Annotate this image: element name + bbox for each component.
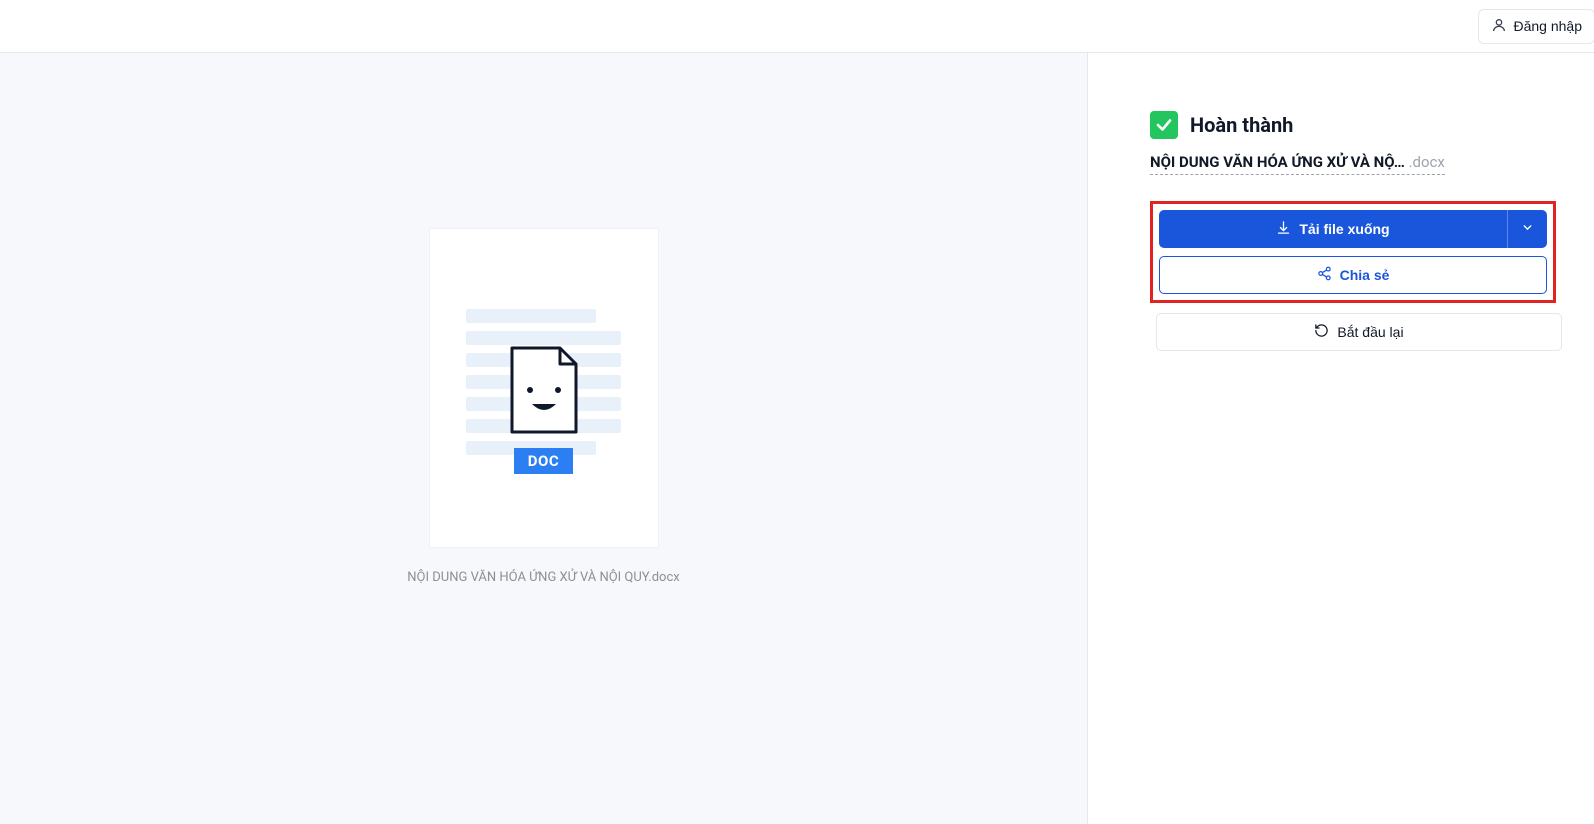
login-button[interactable]: Đăng nhập: [1478, 9, 1594, 44]
share-label: Chia sẻ: [1340, 267, 1390, 283]
skeleton-line: [466, 309, 596, 323]
preview-area: DOC NỘI DUNG VĂN HÓA ỨNG XỬ VÀ NỘI QUY.d…: [0, 53, 1088, 824]
download-label: Tải file xuống: [1299, 221, 1389, 237]
login-label: Đăng nhập: [1513, 18, 1582, 34]
filename-extension: .docx: [1409, 153, 1445, 171]
restart-icon: [1314, 323, 1329, 341]
download-icon: [1276, 220, 1291, 238]
highlight-box: Tải file xuống Chia sẻ: [1150, 201, 1556, 303]
filename-text: NỘI DUNG VĂN HÓA ỨNG XỬ VÀ NỘ…: [1150, 153, 1405, 171]
restart-button[interactable]: Bắt đầu lại: [1156, 313, 1562, 351]
share-icon: [1317, 266, 1332, 284]
share-button[interactable]: Chia sẻ: [1159, 256, 1547, 294]
doc-badge: DOC: [514, 448, 573, 474]
filename-editable[interactable]: NỘI DUNG VĂN HÓA ỨNG XỬ VÀ NỘ… .docx: [1150, 153, 1445, 175]
skeleton-line: [466, 331, 621, 345]
download-options-button[interactable]: [1507, 210, 1547, 248]
restart-label: Bắt đầu lại: [1337, 324, 1403, 340]
preview-card: DOC: [429, 228, 659, 548]
side-panel: Hoàn thành NỘI DUNG VĂN HÓA ỨNG XỬ VÀ NỘ…: [1088, 53, 1594, 824]
document-smile-icon: [508, 344, 580, 436]
user-icon: [1491, 17, 1507, 36]
success-check-icon: [1150, 111, 1178, 139]
preview-filename: NỘI DUNG VĂN HÓA ỨNG XỬ VÀ NỘI QUY.docx: [407, 570, 679, 585]
download-button[interactable]: Tải file xuống: [1159, 210, 1507, 248]
status-text: Hoàn thành: [1190, 113, 1293, 137]
chevron-down-icon: [1521, 221, 1534, 237]
